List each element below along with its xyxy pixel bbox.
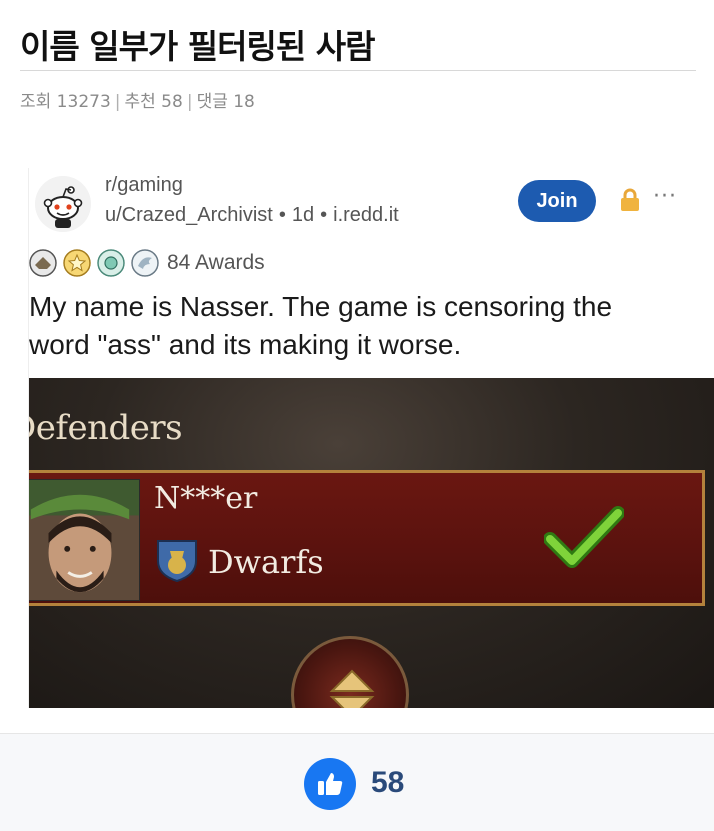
title-divider — [20, 70, 696, 71]
defender-panel: N***er Dwarfs — [29, 470, 705, 606]
award-eagle-icon — [29, 249, 57, 277]
join-button[interactable]: Join — [518, 180, 596, 222]
meta-separator: | — [186, 92, 193, 112]
recommend-count: 추천 58 — [124, 92, 183, 112]
dwarf-shield-icon — [157, 540, 197, 583]
author-link[interactable]: u/Crazed_Archivist — [105, 204, 273, 226]
scroll-button[interactable] — [291, 636, 409, 708]
reddit-post-text: My name is Nasser. The game is censoring… — [29, 291, 613, 360]
like-button[interactable] — [304, 758, 356, 810]
defenders-heading: Defenders — [29, 408, 183, 448]
byline-dot: • — [278, 204, 286, 226]
player-portrait-image — [29, 479, 140, 601]
award-gem-icon — [97, 249, 125, 277]
post-meta: 조회 13273 | 추천 58 | 댓글 18 — [20, 87, 255, 112]
meta-separator: | — [114, 92, 121, 112]
more-options-icon[interactable]: ··· — [653, 184, 677, 209]
checkmark-icon — [544, 506, 624, 568]
lock-icon — [621, 188, 639, 211]
subreddit-link[interactable]: r/gaming — [105, 174, 183, 197]
post-age: 1d — [291, 204, 315, 226]
awards-row: 84 Awards — [29, 248, 265, 278]
views-count: 조회 13273 — [20, 92, 111, 112]
byline-dot: • — [320, 204, 328, 226]
faction-name: Dwarfs — [208, 543, 324, 581]
post-byline: u/Crazed_Archivist • 1d • i.redd.it — [105, 204, 399, 227]
like-count: 58 — [371, 766, 405, 799]
award-wing-icon — [131, 249, 159, 277]
thumbs-up-icon — [318, 773, 343, 795]
game-screenshot: Defenders N***er Dwarfs — [29, 378, 714, 708]
post-title: 이름 일부가 필터링된 사람 — [20, 27, 375, 66]
comment-count[interactable]: 댓글 18 — [197, 92, 255, 112]
arrow-up-down-icon — [329, 669, 375, 708]
snoo-avatar-icon — [35, 176, 91, 232]
awards-count: 84 Awards — [167, 251, 265, 274]
award-star-icon — [63, 249, 91, 277]
domain-link[interactable]: i.redd.it — [333, 204, 399, 226]
recommend-footer: 58 — [0, 733, 714, 831]
reddit-screenshot: r/gaming u/Crazed_Archivist • 1d • i.redd.it… — [28, 168, 714, 708]
player-name: N***er — [154, 481, 258, 516]
